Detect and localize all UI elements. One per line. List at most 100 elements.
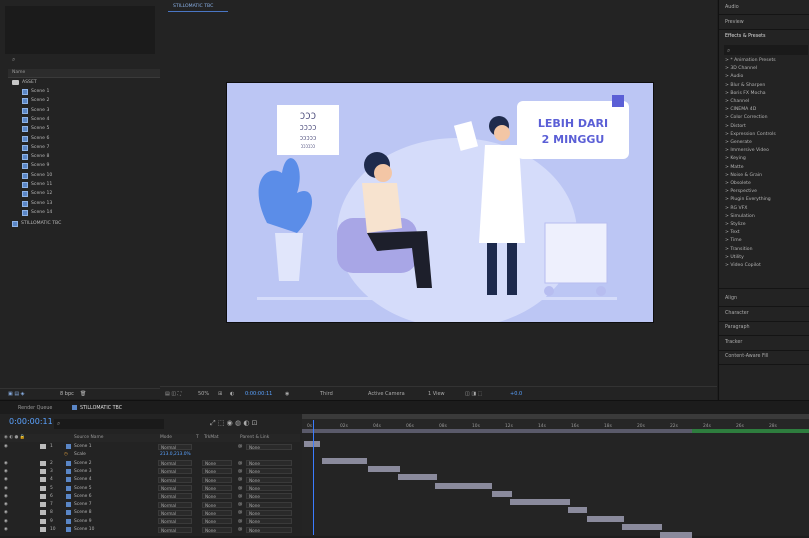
layer-name[interactable]: Scene 5: [74, 486, 92, 491]
time-ruler[interactable]: 0s 02s 04s 06s 08s 10s 12s 14s 16s 18s 20s 22s 24s 26…: [302, 414, 809, 429]
trkmat-dropdown[interactable]: None: [202, 501, 232, 508]
label-color[interactable]: [40, 444, 46, 449]
source-name-header[interactable]: Source Name: [74, 435, 103, 440]
timeline-timecode[interactable]: 0:00:00:11: [9, 417, 53, 426]
label-color[interactable]: [40, 527, 46, 532]
effects-presets-tab[interactable]: Effects & Presets: [725, 34, 766, 39]
trkmat-dropdown[interactable]: None: [202, 476, 232, 483]
project-item-scene[interactable]: Scene 4: [0, 116, 160, 125]
camera-icon[interactable]: ◉: [285, 391, 289, 397]
project-item-scene[interactable]: Scene 12: [0, 190, 160, 199]
layer-name[interactable]: Scene 2: [74, 461, 92, 466]
pick-whip-icon[interactable]: @: [238, 477, 242, 482]
project-item-scene[interactable]: Scene 2: [0, 97, 160, 106]
mode-dropdown[interactable]: Normal: [158, 476, 192, 483]
label-color[interactable]: [40, 468, 46, 474]
active-camera-dropdown[interactable]: Active Camera: [368, 391, 405, 397]
effect-category[interactable]: > Color Correction: [725, 115, 768, 120]
effect-category[interactable]: > * Animation Presets: [725, 58, 776, 63]
effect-category[interactable]: > Obsolete: [725, 181, 751, 186]
table-row[interactable]: ◉ 3 Scene 3 Normal None @ None: [0, 468, 300, 476]
mode-dropdown[interactable]: Normal: [158, 443, 192, 450]
effect-category[interactable]: > Generate: [725, 140, 752, 145]
trkmat-header[interactable]: TrkMat: [204, 435, 219, 440]
effect-category[interactable]: > Video Copilot: [725, 263, 761, 268]
render-queue-tab[interactable]: Render Queue: [18, 406, 52, 411]
property-value[interactable]: 213.0,213.0%: [160, 452, 191, 457]
layer-bar[interactable]: [398, 474, 437, 481]
layer-bar[interactable]: [660, 532, 692, 538]
property-row[interactable]: ◷ Scale 213.0,213.0%: [0, 451, 300, 459]
panel-tab[interactable]: Content-Aware Fill: [725, 354, 768, 359]
layer-bar[interactable]: [304, 441, 320, 447]
label-color[interactable]: [40, 510, 46, 516]
effect-category[interactable]: > Matte: [725, 165, 744, 170]
effect-category[interactable]: > Text: [725, 230, 740, 235]
timeline-search[interactable]: ⌕: [54, 419, 164, 429]
snapshot-icon[interactable]: ◐: [230, 391, 234, 397]
visibility-icon[interactable]: ◉: [4, 510, 8, 515]
project-item-scene[interactable]: Scene 1: [0, 88, 160, 97]
layer-bar[interactable]: [568, 507, 587, 514]
table-row[interactable]: ◉ 4 Scene 4 Normal None @ None: [0, 476, 300, 484]
project-column-header[interactable]: Name: [8, 69, 160, 78]
bpc-label[interactable]: 8 bpc: [60, 391, 74, 397]
playhead[interactable]: [313, 420, 314, 535]
visibility-icon[interactable]: ◉: [4, 469, 8, 474]
project-item-scene[interactable]: Scene 8: [0, 153, 160, 162]
layer-name[interactable]: Scene 10: [74, 527, 94, 532]
trkmat-dropdown[interactable]: None: [202, 509, 232, 516]
pick-whip-icon[interactable]: @: [238, 502, 242, 507]
parent-dropdown[interactable]: None: [246, 468, 292, 475]
panel-tab[interactable]: Character: [725, 311, 749, 316]
resolution-dropdown[interactable]: Third: [320, 391, 333, 397]
viewer-timecode[interactable]: 0:00:00:11: [245, 391, 272, 397]
project-folder[interactable]: ASSET: [0, 79, 160, 88]
label-color[interactable]: [40, 477, 46, 483]
composition-canvas[interactable]: ƆƆƆ ƆƆƆƆ ƆƆƆƆƆ ƆƆƆƆƆƆ LEBIH DARI 2 MINGG…: [226, 82, 654, 323]
mode-dropdown[interactable]: Normal: [158, 493, 192, 500]
project-item-comp[interactable]: STILLOMATIC TBC: [0, 220, 160, 229]
trkmat-dropdown[interactable]: None: [202, 468, 232, 475]
effect-category[interactable]: > Blur & Sharpen: [725, 83, 765, 88]
visibility-icon[interactable]: ◉: [4, 527, 8, 532]
effect-category[interactable]: > Channel: [725, 99, 749, 104]
grid-icon[interactable]: ⊞: [218, 391, 222, 397]
effect-category[interactable]: > Perspective: [725, 189, 757, 194]
trkmat-dropdown[interactable]: None: [202, 518, 232, 525]
visibility-icon[interactable]: ◉: [4, 461, 8, 466]
table-row[interactable]: ◉ 8 Scene 8 Normal None @ None: [0, 509, 300, 517]
table-row[interactable]: ◉ 6 Scene 6 Normal None @ None: [0, 493, 300, 501]
effect-category[interactable]: > Boris FX Mocha: [725, 91, 766, 96]
effect-category[interactable]: > Keying: [725, 156, 746, 161]
table-row[interactable]: ◉ 7 Scene 7 Normal None @ None: [0, 501, 300, 509]
exposure-value[interactable]: +0.0: [510, 391, 522, 397]
viewer-options-icon[interactable]: ◫ ◨ ⬚: [465, 391, 482, 397]
layer-name[interactable]: Scene 4: [74, 477, 92, 482]
effects-search[interactable]: ⌕: [724, 45, 808, 55]
trkmat-dropdown[interactable]: None: [202, 460, 232, 467]
visibility-icon[interactable]: ◉: [4, 477, 8, 482]
comp-timeline-tab[interactable]: STILLOMATIC TBC: [80, 406, 122, 411]
mode-header[interactable]: Mode: [160, 435, 172, 440]
trkmat-dropdown[interactable]: None: [202, 526, 232, 533]
layer-bar[interactable]: [322, 457, 367, 464]
stopwatch-icon[interactable]: ◷: [64, 452, 68, 457]
mode-dropdown[interactable]: Normal: [158, 468, 192, 475]
panel-tab[interactable]: Tracker: [725, 340, 742, 345]
project-item-scene[interactable]: Scene 3: [0, 107, 160, 116]
effect-category[interactable]: > Simulation: [725, 214, 755, 219]
project-item-scene[interactable]: Scene 6: [0, 135, 160, 144]
label-color[interactable]: [40, 518, 46, 524]
visibility-icon[interactable]: ◉: [4, 502, 8, 507]
mode-dropdown[interactable]: Normal: [158, 518, 192, 525]
viewer-tools-icon[interactable]: ▤ ◫ ⛶: [165, 391, 181, 397]
effect-category[interactable]: > Transition: [725, 247, 753, 252]
work-area-bar[interactable]: [302, 414, 809, 419]
layer-bar[interactable]: [510, 499, 570, 506]
pick-whip-icon[interactable]: @: [238, 494, 242, 499]
zoom-dropdown[interactable]: 50%: [198, 391, 209, 397]
pick-whip-icon[interactable]: @: [238, 469, 242, 474]
parent-dropdown[interactable]: None: [246, 460, 292, 467]
mode-dropdown[interactable]: Normal: [158, 526, 192, 533]
